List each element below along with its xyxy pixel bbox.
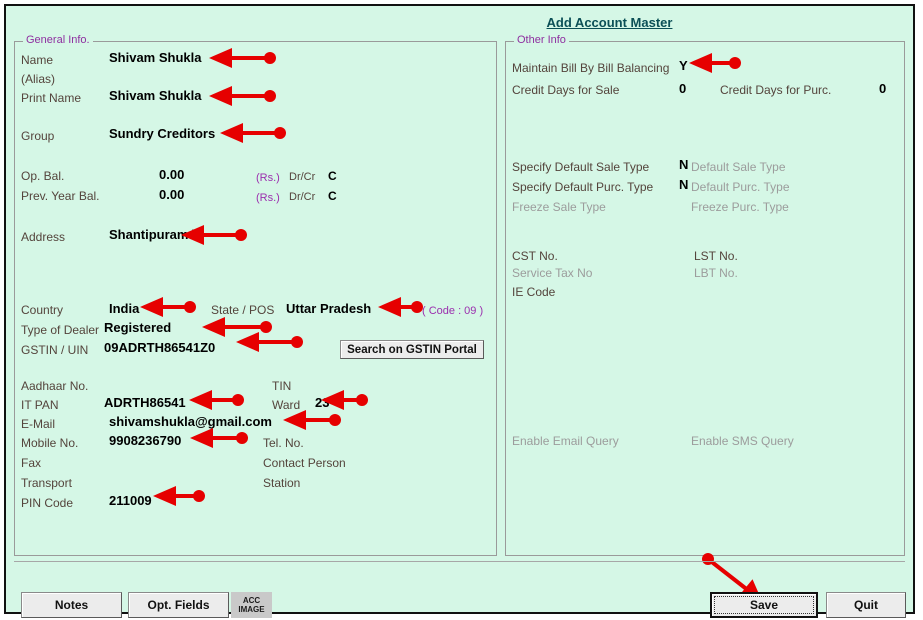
value-mobile-no[interactable]: 9908236790 xyxy=(109,434,181,448)
label-pin-code: PIN Code xyxy=(21,496,74,510)
op-bal-currency: (Rs.) xyxy=(256,172,280,184)
value-address[interactable]: Shantipuram \ xyxy=(109,228,196,242)
op-bal-drcr-label: Dr/Cr xyxy=(289,171,316,183)
label-lbt-no: LBT No. xyxy=(694,266,738,280)
value-specify-default-purc-type[interactable]: N xyxy=(679,178,688,192)
value-type-of-dealer[interactable]: Registered xyxy=(104,321,171,335)
label-cst-no: CST No. xyxy=(512,249,558,263)
label-credit-days-sale: Credit Days for Sale xyxy=(512,83,620,97)
label-group: Group xyxy=(21,129,55,143)
value-email[interactable]: shivamshukla@gmail.com xyxy=(109,415,272,429)
label-address: Address xyxy=(21,230,66,244)
label-aadhaar-no: Aadhaar No. xyxy=(21,379,89,393)
label-fax: Fax xyxy=(21,456,42,470)
label-print-name: Print Name xyxy=(21,91,82,105)
value-specify-default-sale-type[interactable]: N xyxy=(679,158,688,172)
state-code: ( Code : 09 ) xyxy=(422,305,484,317)
value-pin-code[interactable]: 211009 xyxy=(109,494,152,508)
label-maintain-bill-by-bill: Maintain Bill By Bill Balancing xyxy=(512,61,670,75)
other-info-legend: Other Info xyxy=(514,34,569,46)
page-title: Add Account Master xyxy=(8,15,911,30)
save-button-label: Save xyxy=(749,598,779,612)
label-default-purc-type: Default Purc. Type xyxy=(691,180,790,194)
value-credit-days-purc[interactable]: 0 xyxy=(879,82,886,96)
optional-fields-button-label: Opt. Fields xyxy=(147,598,210,612)
label-station: Station xyxy=(263,476,301,490)
prev-bal-drcr-value[interactable]: C xyxy=(328,189,337,203)
page-title-text: Add Account Master xyxy=(546,15,673,30)
other-info-group: Other Info xyxy=(505,34,905,556)
label-ward: Ward xyxy=(272,398,301,412)
notes-button[interactable]: Notes xyxy=(21,592,122,618)
optional-fields-button[interactable]: Opt. Fields xyxy=(128,592,229,618)
label-credit-days-purc: Credit Days for Purc. xyxy=(720,83,832,97)
label-state-pos: State / POS xyxy=(211,303,275,317)
prev-bal-currency: (Rs.) xyxy=(256,192,280,204)
label-specify-default-sale-type: Specify Default Sale Type xyxy=(512,160,650,174)
acc-image-label-line2: IMAGE xyxy=(238,605,265,614)
value-print-name[interactable]: Shivam Shukla xyxy=(109,89,201,103)
search-gstin-portal-label: Search on GSTIN Portal xyxy=(347,343,477,356)
general-info-legend: General Info. xyxy=(23,34,93,46)
op-bal-drcr-value[interactable]: C xyxy=(328,169,337,183)
label-freeze-purc-type: Freeze Purc. Type xyxy=(691,200,789,214)
account-master-window: Add Account Master General Info. Name Sh… xyxy=(4,4,915,618)
label-gstin-uin: GSTIN / UIN xyxy=(21,343,89,357)
label-type-of-dealer: Type of Dealer xyxy=(21,323,100,337)
label-enable-email-query: Enable Email Query xyxy=(512,434,619,448)
value-prev-year-bal[interactable]: 0.00 xyxy=(159,188,184,202)
value-name[interactable]: Shivam Shukla xyxy=(109,51,201,65)
quit-button[interactable]: Quit xyxy=(826,592,906,618)
label-prev-year-bal: Prev. Year Bal. xyxy=(21,189,100,203)
label-it-pan: IT PAN xyxy=(21,398,59,412)
value-it-pan[interactable]: ADRTH86541 xyxy=(104,396,186,410)
value-group[interactable]: Sundry Creditors xyxy=(109,127,215,141)
label-specify-default-purc-type: Specify Default Purc. Type xyxy=(512,180,654,194)
label-lst-no: LST No. xyxy=(694,249,738,263)
label-enable-sms-query: Enable SMS Query xyxy=(691,434,794,448)
window-inner: Add Account Master General Info. Name Sh… xyxy=(8,8,911,618)
value-country[interactable]: India xyxy=(109,302,139,316)
value-maintain-bill-by-bill[interactable]: Y xyxy=(679,59,688,73)
quit-button-label: Quit xyxy=(854,598,878,612)
value-op-bal[interactable]: 0.00 xyxy=(159,168,184,182)
acc-image-button[interactable]: ACC IMAGE xyxy=(231,592,272,618)
save-button[interactable]: Save xyxy=(710,592,818,618)
search-gstin-portal-button[interactable]: Search on GSTIN Portal xyxy=(340,340,484,359)
footer-divider xyxy=(14,561,905,562)
label-alias: (Alias) xyxy=(21,72,56,86)
value-ward[interactable]: 23 xyxy=(315,396,329,410)
label-mobile-no: Mobile No. xyxy=(21,436,79,450)
label-ie-code: IE Code xyxy=(512,285,556,299)
value-state-pos[interactable]: Uttar Pradesh xyxy=(286,302,371,316)
label-contact-person: Contact Person xyxy=(263,456,346,470)
label-default-sale-type: Default Sale Type xyxy=(691,160,786,174)
prev-bal-drcr-label: Dr/Cr xyxy=(289,191,316,203)
label-freeze-sale-type: Freeze Sale Type xyxy=(512,200,606,214)
value-credit-days-sale[interactable]: 0 xyxy=(679,82,686,96)
label-tin: TIN xyxy=(272,379,292,393)
label-email: E-Mail xyxy=(21,417,56,431)
label-country: Country xyxy=(21,303,64,317)
value-gstin-uin[interactable]: 09ADRTH86541Z0 xyxy=(104,341,215,355)
acc-image-label-line1: ACC xyxy=(242,596,261,605)
label-op-bal: Op. Bal. xyxy=(21,169,65,183)
notes-button-label: Notes xyxy=(54,598,89,612)
label-tel-no: Tel. No. xyxy=(263,436,304,450)
general-info-group: General Info. xyxy=(14,34,497,556)
label-transport: Transport xyxy=(21,476,72,490)
label-service-tax-no: Service Tax No xyxy=(512,266,593,280)
label-name: Name xyxy=(21,53,54,67)
